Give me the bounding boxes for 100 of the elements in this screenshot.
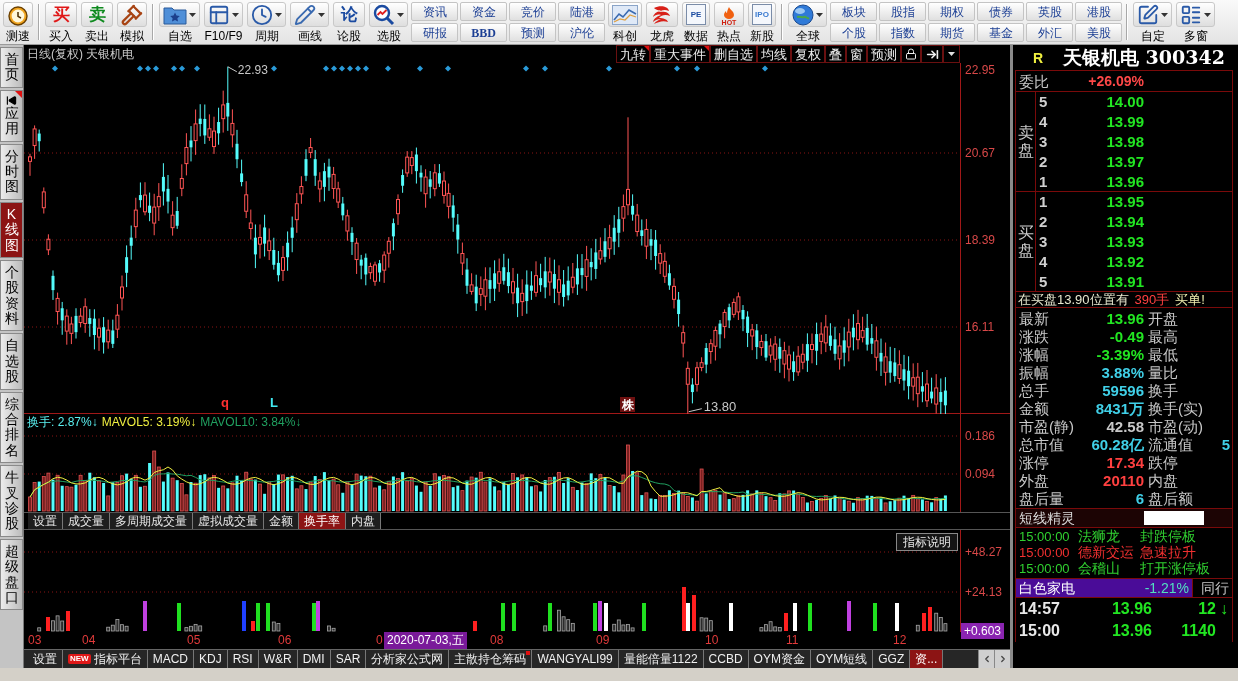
diamond-marker-icon [153,65,159,72]
folder-star-icon [163,4,187,25]
sidebar-tab[interactable]: 超级盘口 [0,538,23,611]
toolbar-button[interactable]: 板块 [830,2,877,21]
chart-tool-button[interactable]: 九转 [616,45,650,63]
tick-time: 14:57 [1018,601,1061,617]
indicator-tab[interactable]: 内盘 [346,513,381,529]
indicator-bar [642,603,646,631]
chart-title: 日线(复权) 天银机电 [27,48,135,60]
chart-tool-button[interactable]: 均线 [757,45,791,63]
diamond-marker-icon [171,65,177,72]
toolbar-button[interactable]: 期货 [928,23,975,42]
low-price-label: 13.80 [703,400,737,413]
chart-tool-button[interactable]: 叠 [825,45,846,63]
order-price: 13.98 [1105,134,1144,149]
stat-value: -3.39% [1095,346,1144,362]
month-label: 03 [28,634,42,646]
sidebar-tab[interactable]: K线图 [0,201,23,258]
tick-volume: 12 [1197,601,1216,617]
formula-tab[interactable]: 资... [910,650,944,668]
toolbar-button[interactable]: BBD [460,23,507,42]
glyph-label: 卖 [87,4,107,25]
chart-tool-button[interactable]: 重大事件 [650,45,710,63]
filter-field[interactable] [1144,511,1204,525]
caret-icon [816,12,823,17]
toolbar-button[interactable]: 资金 [460,2,507,21]
toolbar-button[interactable]: 债券 [977,2,1024,21]
sector-change: -1.21% [1144,581,1189,595]
indicator-tab[interactable]: 换手率 [299,513,346,529]
month-label: 12 [893,634,907,646]
diamond-marker-icon [179,65,185,72]
chart-tool-button[interactable]: 复权 [791,45,825,63]
indicator-tab[interactable]: 金额 [264,513,299,529]
toolbar-button[interactable]: 股指 [879,2,926,21]
toolbar-button[interactable]: 指数 [879,23,926,42]
caret-icon [1161,12,1168,17]
toolbar-button[interactable]: 个股 [830,23,877,42]
peer-tab[interactable]: 同行 [1192,579,1229,597]
stat-label: 开盘 [1148,310,1178,326]
event-text: 打开涨停板 [1140,561,1210,575]
toolbar-button[interactable]: 期权 [928,2,975,21]
event-stock[interactable]: 德新交运 [1078,545,1140,559]
stat-value: 13.96 [1105,310,1144,326]
caret-icon [948,52,955,56]
tick-time: 15:00 [1018,623,1061,639]
sidebar-tab[interactable]: 牛叉诊股 [0,465,23,537]
caret-icon [397,12,404,17]
skip-back-icon [6,94,17,106]
toolbar-button[interactable]: 基金 [977,23,1024,42]
toolbar-button[interactable]: 陆港 [558,2,605,21]
toolbar-button[interactable]: 竞价 [509,2,556,21]
scroll-left-button[interactable] [978,650,994,668]
toolbar-button[interactable]: 美股 [1075,23,1122,42]
diamond-marker-icon [339,65,345,72]
chart-tool-button[interactable]: 预测 [867,45,901,63]
toolbar-button[interactable]: 外汇 [1026,23,1073,42]
diamond-marker-icon [137,65,143,72]
toolbar-button[interactable]: 英股 [1026,2,1073,21]
sector-bar[interactable]: 白色家电 -1.21% [1016,579,1192,597]
diamond-marker-icon [331,65,337,72]
diamond-marker-icon [52,65,58,72]
lock-icon [905,48,917,60]
sidebar-tab[interactable]: 首页 [0,47,23,88]
chart-tool-button[interactable]: 窗 [846,45,867,63]
indicator-tab[interactable]: 成交量 [63,513,110,529]
arrow-button[interactable] [921,45,943,63]
indicator-bar [793,603,797,631]
signal-badge: 株 [620,397,635,412]
toolbar-button[interactable]: 预测 [509,23,556,42]
indicator-tab[interactable]: 设置 [28,513,63,529]
lock-button[interactable] [901,45,921,63]
diamond-marker-icon [363,65,369,72]
indicator-help-button[interactable]: 指标说明 [896,533,958,551]
toolbar-button[interactable]: 港股 [1075,2,1122,21]
sidebar-tab[interactable]: 综合排名 [0,391,23,464]
event-stock[interactable]: 会稽山 [1078,561,1140,575]
chart-tool-button[interactable]: 删自选 [710,45,757,63]
stat-label: 外盘 [1018,472,1050,488]
indicator-bar [784,613,788,631]
toolbar-button[interactable]: IPO 新股 [746,0,778,44]
event-time: 15:00:00 [1018,561,1071,575]
dropdown-button[interactable] [943,45,960,63]
alarm-clock-icon [7,3,29,26]
sidebar-tab[interactable]: 分时图 [0,143,23,200]
toolbar-button[interactable]: 沪伦 [558,23,605,42]
indicator-tab[interactable]: 多周期成交量 [110,513,193,529]
stock-title: 天银机电 300342 [1063,48,1225,67]
toolbar-button[interactable]: 资讯 [411,2,458,21]
indicator-tab[interactable]: 虚拟成交量 [193,513,264,529]
order-price: 13.94 [1105,214,1144,230]
stat-label: 流通值 [1148,436,1193,452]
sidebar-tab[interactable]: 应用 [0,89,23,142]
scroll-right-button[interactable] [994,650,1010,668]
market-code-label: R [1033,50,1045,65]
sidebar-tab[interactable]: 个股资料 [0,259,23,332]
toolbar-button[interactable]: 研报 [411,23,458,42]
toolbar-button[interactable]: PE 数据 [680,0,712,44]
legend-label: MAVOL5: 3.19%↓ [101,416,197,428]
event-stock[interactable]: 法狮龙 [1078,529,1140,543]
sidebar-tab[interactable]: 自选股 [0,333,23,390]
